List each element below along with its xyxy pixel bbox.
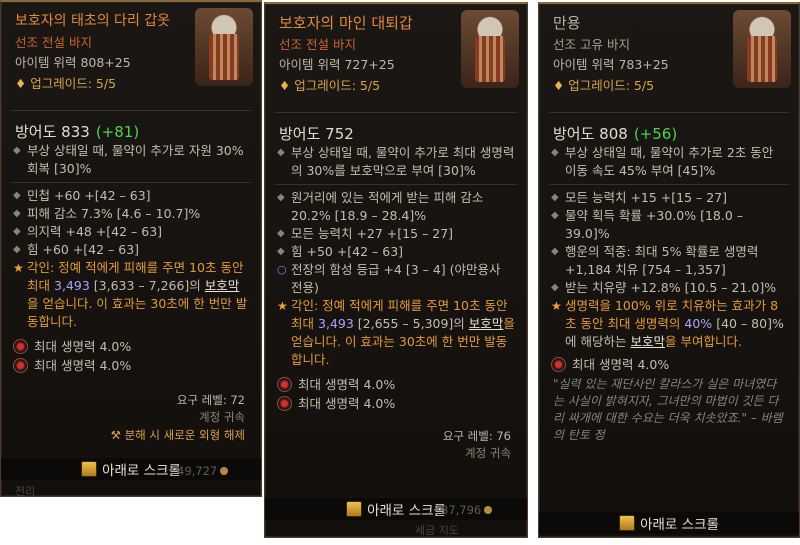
upgrade-level: ♦ 업그레이드: 5/5 — [279, 78, 381, 93]
divider — [275, 112, 517, 113]
diamond-bullet-icon: ◆ — [13, 208, 21, 219]
item-title: 보호자의 태초의 다리 갑옷 — [15, 13, 171, 29]
key-icon — [81, 461, 98, 477]
divider — [11, 110, 251, 111]
account-bound: 계정 귀속 — [465, 446, 511, 460]
item-thumbnail — [733, 10, 791, 88]
socket-row: 최대 생명력 4.0% — [539, 355, 799, 374]
salvage-note: ⚒ 분해 시 새로운 외형 해제 — [110, 428, 245, 442]
item-thumbnail — [195, 8, 253, 86]
item-type: 선조 고유 바지 — [553, 37, 630, 52]
item-tooltip-3: 만용 선조 고유 바지 아이템 위력 783+25 ♦ 업그레이드: 5/5 방어… — [538, 2, 800, 538]
ruby-gem-icon — [13, 339, 28, 354]
divider — [275, 184, 517, 185]
scroll-down-button[interactable]: 아래로 스크롤 — [539, 512, 799, 534]
affix-row: ◆ 모든 능력치 +27 +[15 – 27] — [277, 226, 454, 241]
tooltip-header: 만용 선조 고유 바지 아이템 위력 783+25 ♦ 업그레이드: 5/5 — [539, 4, 799, 108]
item-thumbnail — [461, 10, 519, 88]
affix-row: ◆ 힘 +60 +[42 – 63] — [13, 242, 140, 257]
affix-row: ◆ 민첩 +60 +[42 – 63] — [13, 188, 151, 203]
star-icon: ★ — [13, 261, 24, 275]
item-tooltip-1: 보호자의 태초의 다리 갑옷 선조 전설 바지 아이템 위력 808+25 ♦ 업… — [0, 0, 262, 497]
implicit-affix: ◆ 부상 상태일 때, 물약이 추가로 최대 생명력의 30%를 보호막으로 부여… — [277, 145, 515, 178]
item-title: 만용 — [553, 14, 581, 32]
affix-row: ◆ 행운의 적중: 최대 5% 확률로 생명력 +1,184 치유 [754 – … — [551, 244, 759, 277]
gold-value: 49,727 — [177, 464, 229, 478]
diamond-bullet-icon: ◆ — [277, 192, 285, 203]
affix-row: ◆ 물약 획득 확률 +30.0% [18.0 – 39.0]% — [551, 208, 744, 241]
background-fragment: 세금 지도 — [415, 524, 459, 537]
diamond-bullet-icon: ◆ — [277, 147, 285, 158]
flavor-text: "실력 있는 재단사인 칼라스가 실은 마녀였다는 사실이 밝혀지자, 그녀만의… — [553, 377, 783, 442]
item-power: 아이템 위력 727+25 — [279, 57, 395, 72]
required-level: 요구 레벨: 76 — [442, 429, 511, 443]
diamond-bullet-icon: ◆ — [551, 282, 559, 293]
temper-affix: ★ 각인: 정예 적에게 피해를 주면 10초 동안 최대 3,493 [3,63… — [13, 260, 248, 329]
item-tooltip-2: 보호자의 마인 대퇴갑 선조 전설 바지 아이템 위력 727+25 ♦ 업그레이… — [264, 2, 528, 538]
diamond-bullet-icon: ◆ — [551, 192, 559, 203]
tooltip-header: 보호자의 마인 대퇴갑 선조 전설 바지 아이템 위력 727+25 ♦ 업그레이… — [265, 4, 527, 108]
armor-value: 방어도 752 — [279, 125, 354, 143]
hammer-icon: ⚒ — [110, 428, 125, 442]
divider — [11, 182, 251, 183]
star-icon: ★ — [551, 299, 562, 313]
ruby-gem-icon — [551, 357, 566, 372]
implicit-affix: ◆ 부상 상태일 때, 물약이 추가로 자원 30% 회복 [30]% — [13, 143, 244, 176]
skill-affix: ○ 전장의 함성 등급 +4 [3 – 4] (야만용사 전용) — [277, 262, 501, 295]
diamond-bullet-icon: ◆ — [277, 228, 285, 239]
armor-value: 방어도 833 (+81) — [15, 123, 140, 141]
implicit-affix: ◆ 부상 상태일 때, 물약이 추가로 2초 동안 이동 속도 45% 부여 [4… — [551, 145, 774, 178]
ruby-gem-icon — [13, 358, 28, 373]
tooltip-header: 보호자의 태초의 다리 갑옷 선조 전설 바지 아이템 위력 808+25 ♦ 업… — [1, 2, 261, 106]
item-type: 선조 전설 바지 — [15, 35, 92, 50]
temper-affix: ★ 각인: 정예 적에게 피해를 주면 10초 동안 최대 3,493 [2,65… — [277, 298, 515, 367]
socket-row: 최대 생명력 4.0% — [265, 394, 527, 413]
armor-delta: (+56) — [633, 125, 678, 143]
item-type: 선조 전설 바지 — [279, 37, 356, 52]
item-power: 아이템 위력 783+25 — [553, 57, 669, 72]
upgrade-level: ♦ 업그레이드: 5/5 — [553, 78, 655, 93]
affix-row: ◆ 피해 감소 7.3% [4.6 – 10.7]% — [13, 206, 201, 221]
armor-value: 방어도 808 (+56) — [553, 125, 678, 143]
account-bound: 계정 귀속 — [199, 410, 245, 424]
upgrade-level: ♦ 업그레이드: 5/5 — [15, 76, 117, 91]
diamond-icon: ♦ — [553, 78, 565, 93]
socket-row: 최대 생명력 4.0% — [265, 375, 527, 394]
gold-value: 37,796 — [441, 503, 493, 517]
star-icon: ★ — [277, 299, 288, 313]
item-title: 보호자의 마인 대퇴갑 — [279, 14, 413, 32]
diamond-bullet-icon: ◆ — [13, 145, 21, 156]
diamond-bullet-icon: ◆ — [551, 147, 559, 158]
divider — [549, 184, 789, 185]
affix-row: ◆ 힘 +50 +[42 – 63] — [277, 244, 404, 259]
diamond-icon: ♦ — [15, 76, 27, 91]
affix-row: ◆ 원거리에 있는 적에게 받는 피해 감소 20.2% [18.9 – 28.4… — [277, 190, 484, 223]
key-icon — [346, 501, 363, 517]
affix-row: ◆ 받는 치유량 +12.8% [10.5 – 21.0]% — [551, 280, 777, 295]
armor-delta: (+81) — [95, 123, 140, 141]
socket-row: 최대 생명력 4.0% — [1, 356, 261, 375]
coin-icon — [484, 506, 493, 514]
coin-icon — [220, 467, 229, 475]
diamond-bullet-icon: ◆ — [551, 246, 559, 257]
socket-row: 최대 생명력 4.0% — [1, 337, 261, 356]
item-power: 아이템 위력 808+25 — [15, 55, 131, 70]
ruby-gem-icon — [277, 396, 292, 411]
affix-row: ◆ 의지력 +48 +[42 – 63] — [13, 224, 163, 239]
affix-row: ◆ 모든 능력치 +15 +[15 – 27] — [551, 190, 728, 205]
ruby-gem-icon — [277, 377, 292, 392]
unique-affix: ★ 생명력을 100% 위로 치유하는 효과가 8초 동안 최대 생명력의 40%… — [551, 298, 784, 349]
diamond-bullet-icon: ◆ — [277, 246, 285, 257]
key-icon — [619, 515, 636, 531]
diamond-bullet-icon: ◆ — [13, 226, 21, 237]
diamond-bullet-icon: ◆ — [13, 244, 21, 255]
divider — [549, 112, 789, 113]
diamond-icon: ♦ — [279, 78, 291, 93]
required-level: 요구 레벨: 72 — [176, 393, 245, 407]
background-fragment: 전리 — [15, 485, 36, 497]
diamond-bullet-icon: ◆ — [13, 190, 21, 201]
diamond-bullet-icon: ◆ — [551, 210, 559, 221]
circle-bullet-icon: ○ — [277, 263, 287, 276]
